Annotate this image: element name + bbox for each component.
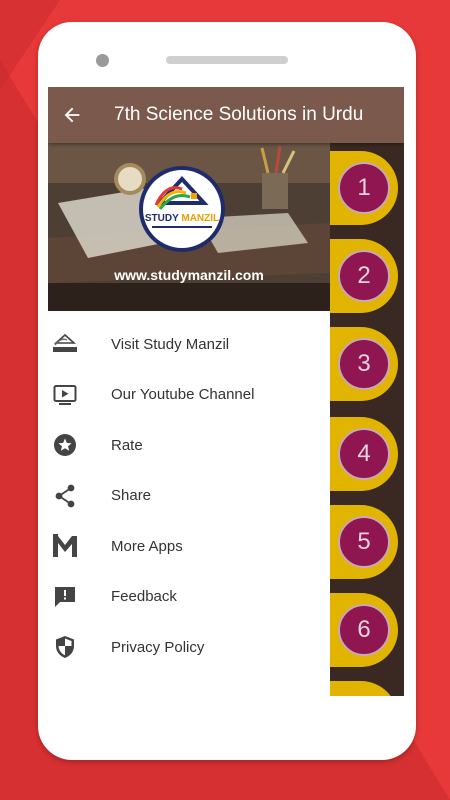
drawer-header: STUDY MANZIL www.studymanzil.com	[48, 143, 330, 311]
chapter-number: 6	[338, 604, 390, 656]
menu-item-privacy-policy[interactable]: Privacy Policy	[48, 622, 330, 673]
chapter-number: 3	[338, 338, 390, 390]
study-manzil-logo-icon	[52, 331, 78, 357]
chapter-number: 1	[338, 162, 390, 214]
share-icon	[52, 483, 78, 509]
site-url[interactable]: www.studymanzil.com	[48, 267, 330, 283]
youtube-icon	[52, 382, 78, 408]
app-title: 7th Science Solutions in Urdu	[114, 104, 364, 125]
chapter-list: 1 2 3 4 5 6	[300, 143, 404, 696]
phone-camera	[96, 54, 109, 67]
chapter-item[interactable]: 6	[300, 593, 404, 667]
phone-speaker	[166, 56, 288, 64]
drawer-menu: Visit Study Manzil Our Youtube Channel R…	[48, 319, 330, 673]
menu-item-share[interactable]: Share	[48, 471, 330, 522]
menu-item-visit-study-manzil[interactable]: Visit Study Manzil	[48, 319, 330, 370]
menu-item-label: More Apps	[111, 537, 183, 555]
app-screen: 7th Science Solutions in Urdu 1 2 3 4 5 …	[48, 87, 404, 696]
chapter-item[interactable]: 5	[300, 505, 404, 579]
chapter-number: 5	[338, 516, 390, 568]
menu-item-rate[interactable]: Rate	[48, 420, 330, 471]
star-icon	[52, 432, 78, 458]
navigation-drawer: STUDY MANZIL www.studymanzil.com Visit S…	[48, 143, 330, 696]
more-apps-icon	[52, 533, 78, 559]
menu-item-label: Share	[111, 487, 152, 505]
header-background-image: STUDY MANZIL	[48, 143, 330, 311]
menu-item-label: Feedback	[111, 588, 177, 606]
shield-icon	[52, 634, 78, 660]
app-bar: 7th Science Solutions in Urdu	[48, 87, 404, 143]
menu-item-feedback[interactable]: Feedback	[48, 572, 330, 623]
chapter-number: 2	[338, 250, 390, 302]
chapter-item[interactable]: 1	[300, 151, 404, 225]
chapter-item[interactable]: 2	[300, 239, 404, 313]
feedback-icon	[52, 584, 78, 610]
chapter-item[interactable]: 4	[300, 417, 404, 491]
chapter-item[interactable]	[300, 681, 404, 696]
menu-item-more-apps[interactable]: More Apps	[48, 521, 330, 572]
menu-item-label: Privacy Policy	[111, 638, 205, 656]
svg-text:STUDY MANZIL: STUDY MANZIL	[145, 213, 219, 224]
menu-item-label: Rate	[111, 436, 143, 454]
chapter-number: 4	[338, 428, 390, 480]
chapter-item[interactable]: 3	[300, 327, 404, 401]
arrow-back-icon[interactable]	[52, 95, 92, 135]
menu-item-youtube-channel[interactable]: Our Youtube Channel	[48, 370, 330, 421]
menu-item-label: Visit Study Manzil	[111, 335, 230, 353]
menu-item-label: Our Youtube Channel	[111, 386, 255, 404]
